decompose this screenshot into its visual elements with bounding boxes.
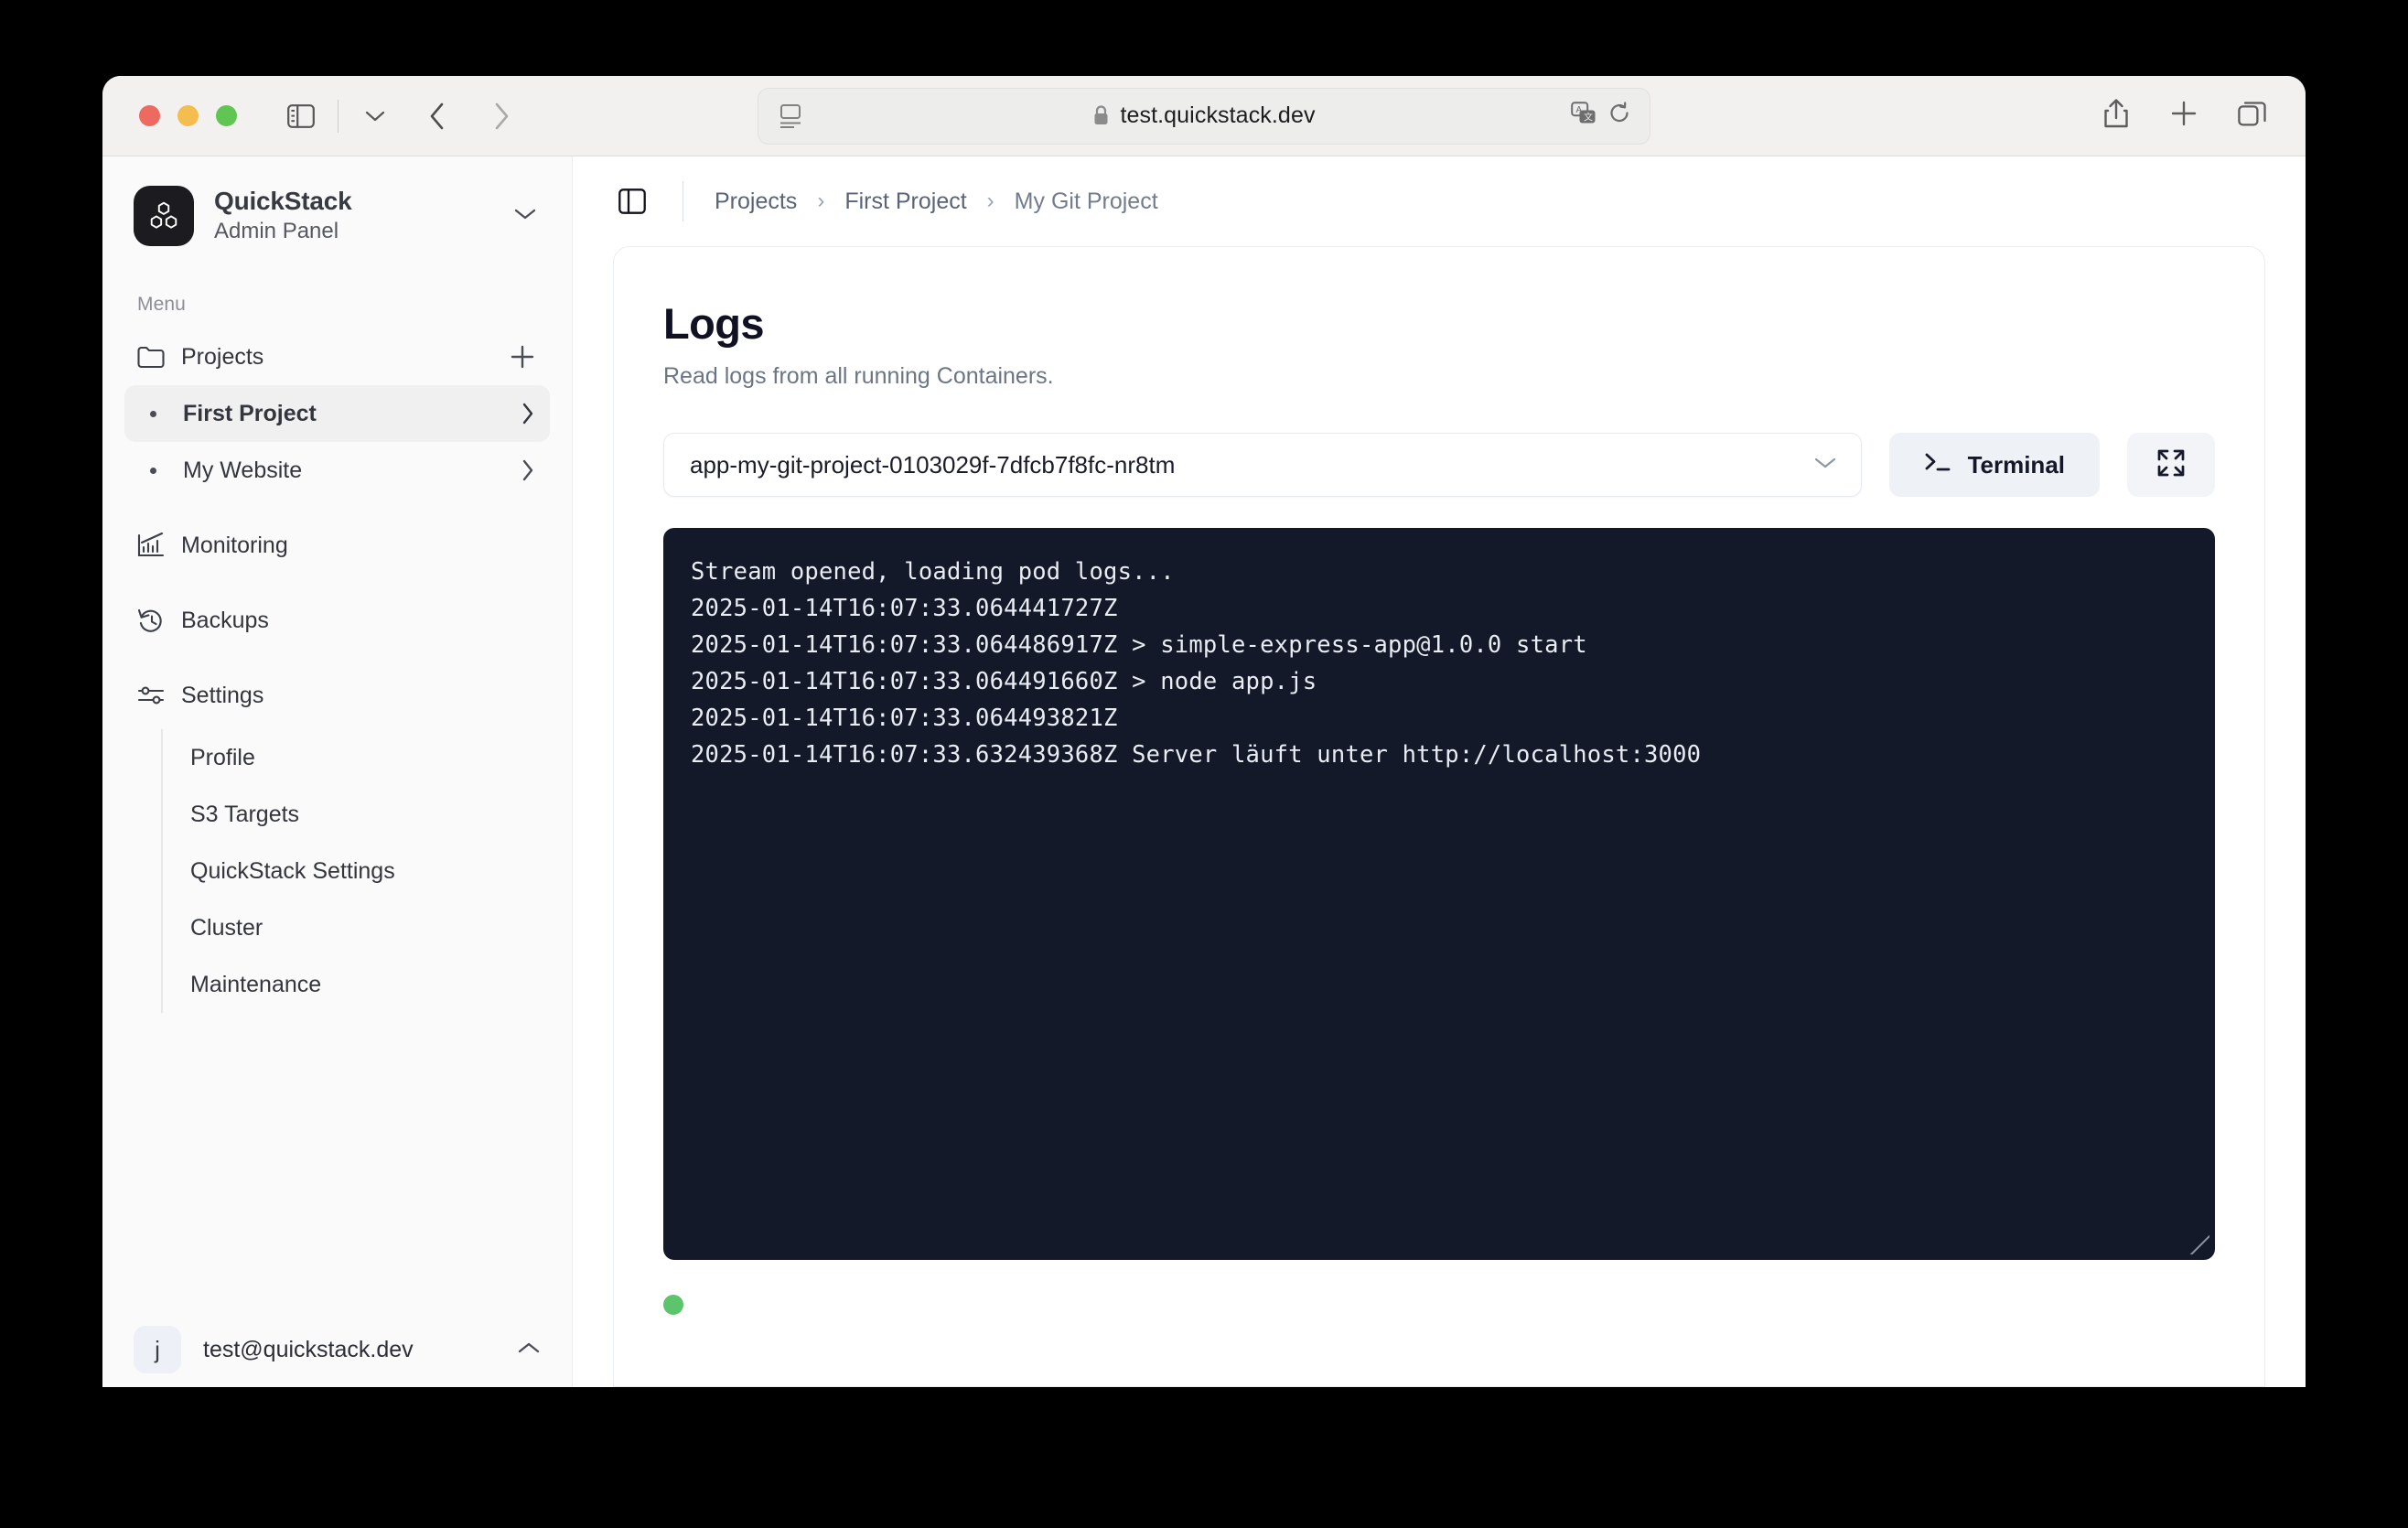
toolbar-divider: [338, 99, 339, 133]
window-controls: [139, 105, 237, 126]
connected-status-dot: [663, 1295, 683, 1315]
settings-submenu: Profile S3 Targets QuickStack Settings C…: [161, 729, 550, 1013]
chevron-right-icon[interactable]: [521, 402, 535, 425]
pod-select[interactable]: app-my-git-project-0103029f-7dfcb7f8fc-n…: [663, 433, 1862, 497]
close-window-button[interactable]: [139, 105, 160, 126]
tab-overview-icon[interactable]: [2238, 99, 2267, 133]
plus-icon[interactable]: [2170, 100, 2198, 132]
topbar: Projects › First Project › My Git Projec…: [573, 156, 2306, 246]
log-line: 2025-01-14T16:07:33.632439368Z Server lä…: [691, 741, 1702, 769]
breadcrumb-item-my-git-project[interactable]: My Git Project: [1015, 188, 1158, 215]
chevron-up-icon[interactable]: [517, 1340, 541, 1360]
user-email: test@quickstack.dev: [203, 1336, 414, 1362]
log-output[interactable]: Stream opened, loading pod logs... 2025-…: [663, 528, 2215, 1260]
chevron-right-icon[interactable]: [521, 458, 535, 482]
browser-titlebar: test.quickstack.dev A 文: [102, 76, 2306, 156]
browser-window: test.quickstack.dev A 文 QuickStack Admin…: [102, 76, 2306, 1387]
sidebar-item-label: Settings: [181, 682, 264, 708]
sidebar-item-cluster[interactable]: Cluster: [163, 899, 550, 956]
sidebar-item-s3-targets[interactable]: S3 Targets: [163, 786, 550, 843]
sidebar-item-label: First Project: [183, 400, 317, 426]
reload-icon[interactable]: [1609, 102, 1631, 130]
svg-text:文: 文: [1584, 112, 1593, 124]
sidebar-item-label: Projects: [181, 343, 264, 370]
log-line: 2025-01-14T16:07:33.064493821Z: [691, 705, 1118, 732]
sidebar-item-label: QuickStack Settings: [190, 857, 395, 884]
brand-name: QuickStack: [214, 187, 352, 215]
bullet-icon: [139, 410, 167, 417]
menu-section-label: Menu: [137, 294, 186, 315]
breadcrumb: Projects › First Project › My Git Projec…: [715, 188, 1158, 215]
brand-switcher[interactable]: QuickStack Admin Panel: [102, 156, 572, 246]
reader-view-icon[interactable]: [779, 103, 802, 129]
log-line: Stream opened, loading pod logs...: [691, 558, 1175, 586]
back-button[interactable]: [417, 97, 457, 135]
forward-button[interactable]: [481, 97, 521, 135]
chart-line-icon: [137, 533, 165, 558]
sliders-icon: [137, 683, 165, 707]
page-title: Logs: [663, 299, 764, 348]
log-line: 2025-01-14T16:07:33.064486917Z > simple-…: [691, 631, 1587, 659]
folder-icon: [137, 345, 165, 369]
prompt-icon: [1924, 451, 1951, 479]
chevron-down-icon[interactable]: [510, 203, 541, 230]
resize-handle-icon[interactable]: [2189, 1234, 2209, 1254]
sidebar-item-projects[interactable]: Projects: [124, 328, 550, 385]
sidebar-item-maintenance[interactable]: Maintenance: [163, 956, 550, 1013]
sidebar-item-quickstack-settings[interactable]: QuickStack Settings: [163, 843, 550, 899]
sidebar-item-first-project[interactable]: First Project: [124, 385, 550, 442]
sidebar-item-label: Profile: [190, 744, 255, 770]
pod-select-value: app-my-git-project-0103029f-7dfcb7f8fc-n…: [690, 450, 1176, 479]
logs-controls: app-my-git-project-0103029f-7dfcb7f8fc-n…: [663, 433, 2215, 497]
sidebar-item-label: Maintenance: [190, 971, 322, 997]
breadcrumb-separator: ›: [986, 188, 994, 213]
log-line: 2025-01-14T16:07:33.064491660Z > node ap…: [691, 668, 1317, 695]
breadcrumb-item-projects[interactable]: Projects: [715, 188, 797, 215]
log-line: 2025-01-14T16:07:33.064441727Z: [691, 595, 1118, 622]
sidebar-item-label: Monitoring: [181, 532, 288, 558]
share-icon[interactable]: [2102, 98, 2130, 134]
fullscreen-button[interactable]: [2127, 433, 2215, 497]
breadcrumb-separator: ›: [817, 188, 825, 213]
sidebar-nav: Projects First Project My Website Monito…: [102, 316, 572, 1013]
url-text: test.quickstack.dev: [1120, 102, 1316, 128]
chevron-down-icon[interactable]: [1813, 456, 1837, 475]
sidebar-item-monitoring[interactable]: Monitoring: [124, 517, 550, 574]
breadcrumb-item-first-project[interactable]: First Project: [844, 188, 966, 215]
logs-card: Logs Read logs from all running Containe…: [613, 246, 2265, 1387]
sidebar-item-my-website[interactable]: My Website: [124, 442, 550, 499]
user-menu[interactable]: j test@quickstack.dev: [134, 1312, 541, 1387]
minimize-window-button[interactable]: [177, 105, 199, 126]
panel-toggle-icon[interactable]: [613, 183, 651, 220]
brand-subtitle: Admin Panel: [214, 218, 339, 243]
terminal-button[interactable]: Terminal: [1888, 433, 2100, 497]
sidebar: QuickStack Admin Panel Menu Projects Fir…: [102, 156, 573, 1387]
expand-icon: [2156, 448, 2186, 482]
history-icon: [137, 608, 165, 633]
sidebar-item-backups[interactable]: Backups: [124, 592, 550, 649]
avatar: j: [134, 1326, 181, 1373]
plus-icon[interactable]: [510, 344, 535, 370]
sidebar-footer: j test@quickstack.dev: [102, 1312, 572, 1387]
address-bar[interactable]: test.quickstack.dev A 文: [758, 87, 1650, 145]
sidebar-item-label: Cluster: [190, 914, 263, 941]
page-subtitle: Read logs from all running Containers.: [663, 363, 1054, 389]
sidebar-toggle-icon[interactable]: [281, 97, 321, 135]
bullet-icon: [139, 467, 167, 474]
terminal-button-label: Terminal: [1967, 450, 2065, 479]
sidebar-item-label: S3 Targets: [190, 801, 300, 827]
sidebar-item-settings[interactable]: Settings: [124, 667, 550, 724]
translate-icon[interactable]: A 文: [1571, 102, 1596, 130]
maximize-window-button[interactable]: [216, 105, 237, 126]
cubes-icon: [134, 186, 194, 246]
lock-icon: [1094, 105, 1108, 124]
main-content: Projects › First Project › My Git Projec…: [573, 156, 2306, 1387]
sidebar-item-profile[interactable]: Profile: [163, 729, 550, 786]
status-row: [663, 1295, 2215, 1315]
chevron-down-icon[interactable]: [355, 97, 395, 135]
app-root: QuickStack Admin Panel Menu Projects Fir…: [102, 156, 2306, 1387]
sidebar-item-label: My Website: [183, 457, 303, 483]
sidebar-item-label: Backups: [181, 607, 269, 633]
